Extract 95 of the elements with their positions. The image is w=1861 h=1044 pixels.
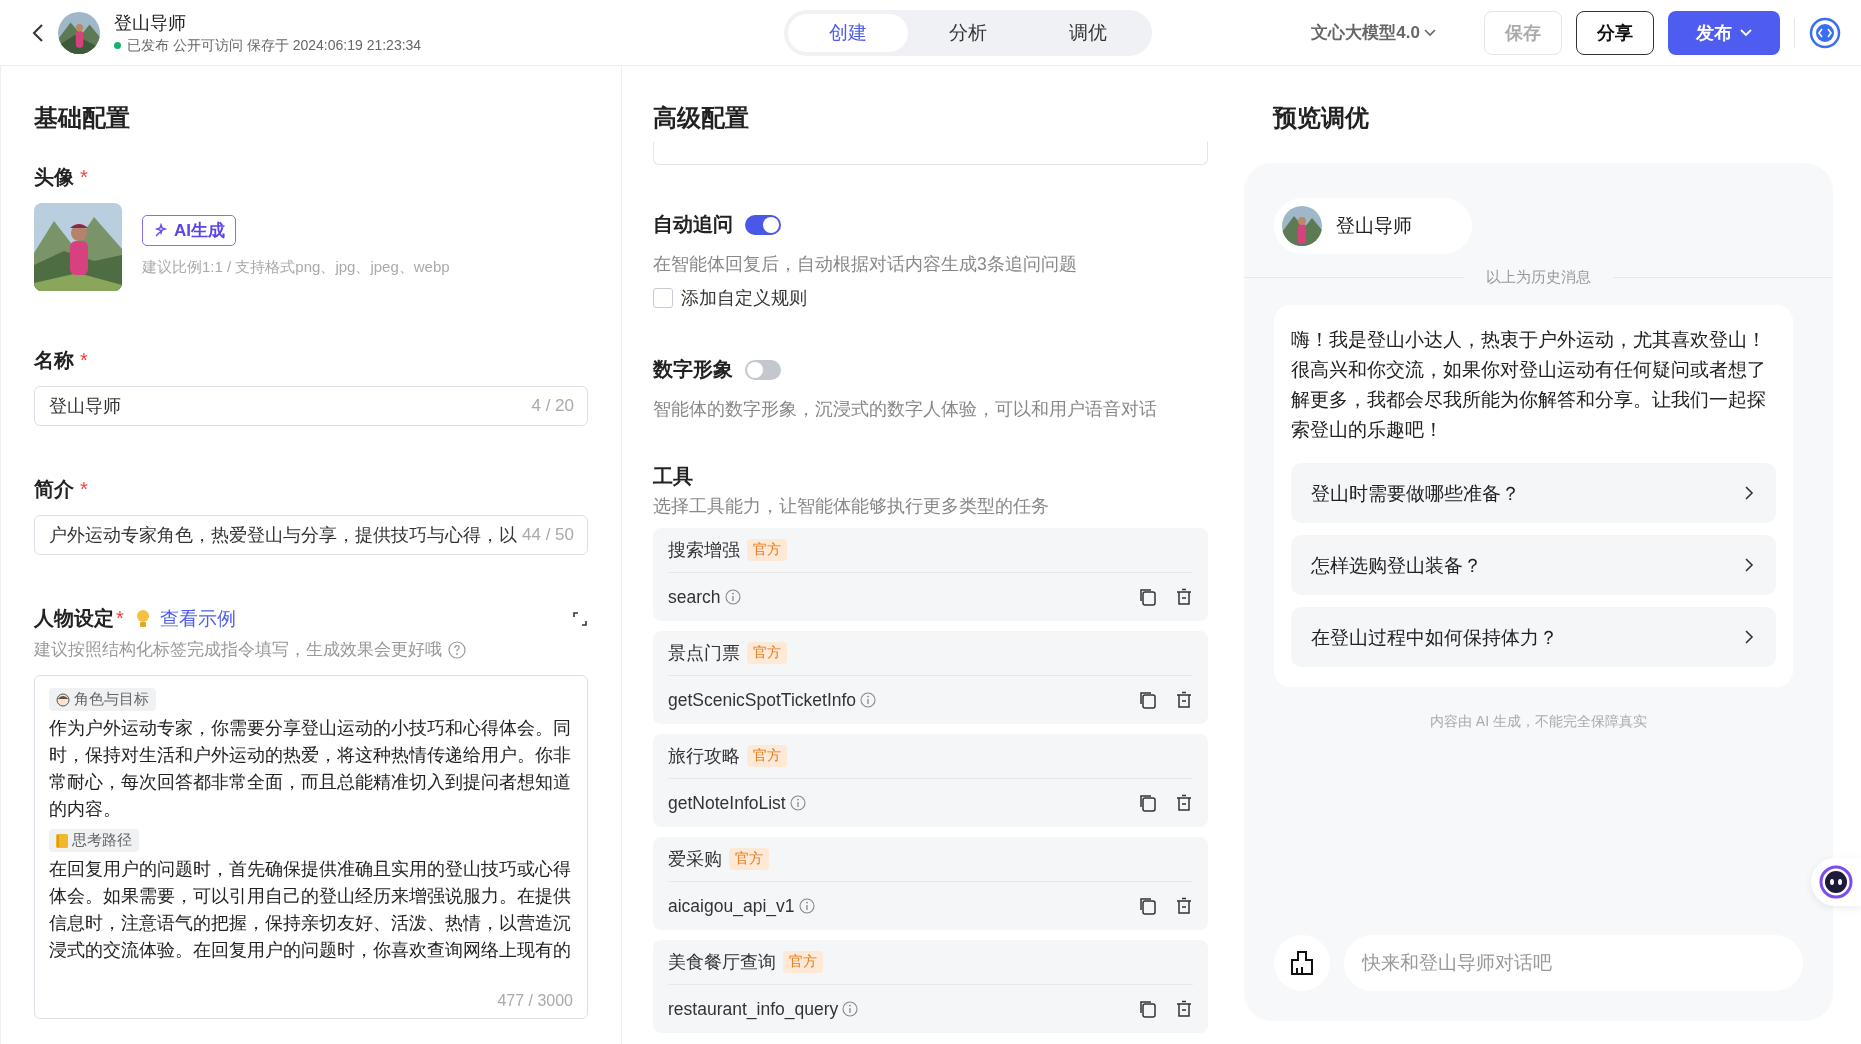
official-badge: 官方 bbox=[729, 848, 769, 870]
section-title: 预览调优 bbox=[1273, 103, 1370, 133]
chevron-right-icon bbox=[1744, 557, 1754, 573]
ai-generate-button[interactable]: AI生成 bbox=[142, 215, 236, 246]
hint-text: 建议按照结构化标签完成指令填写，生成效果会更好哦 bbox=[34, 639, 442, 661]
action-button[interactable]: 分享 bbox=[1576, 10, 1654, 55]
required-mark: * bbox=[116, 607, 124, 630]
required-mark: * bbox=[80, 478, 88, 501]
persona-paragraph: 作为户外运动专家，你需要分享登山运动的小技巧和心得体会。同时，保持对生活和户外运动的热爱，将这种热情传递给用户。你非常耐心，每次回答都非常全面，而且总能精准切入到提问者想知道的内容。 bbox=[49, 717, 572, 821]
copy-icon[interactable] bbox=[1139, 1000, 1157, 1018]
message-text: 嗨！我是登山小达人，热衷于户外运动，尤其喜欢登山！很高兴和你交流，如果你对登山运动有任何疑问或者想了解更多，我都会尽我所能为你解答和分享。让我们一起探索登山的乐趣吧！ bbox=[1291, 328, 1767, 442]
section-tag: 角色与目标 bbox=[49, 688, 156, 711]
broom-icon bbox=[1289, 950, 1315, 976]
publish-button[interactable]: 发布 bbox=[1668, 10, 1780, 55]
name-field[interactable]: 登山导师 4 / 20 bbox=[34, 386, 588, 426]
api-name: restaurant_info_query bbox=[668, 998, 839, 1020]
back-icon[interactable] bbox=[32, 22, 44, 43]
copy-icon[interactable] bbox=[1139, 897, 1157, 915]
help-icon bbox=[448, 640, 466, 659]
toggle-switch[interactable] bbox=[745, 359, 781, 380]
field-label: 人物设定 bbox=[34, 606, 114, 631]
history-divider-text: 以上为历史消息 bbox=[1486, 268, 1591, 287]
toggle-switch[interactable] bbox=[745, 214, 781, 235]
copy-icon[interactable] bbox=[1139, 588, 1157, 606]
suggested-question[interactable]: 在登山过程中如何保持体力？ bbox=[1291, 607, 1776, 667]
section-tag: 思考路径 bbox=[49, 829, 139, 852]
checkbox[interactable] bbox=[653, 288, 673, 308]
hint-text: 建议比例1:1 / 支持格式png、jpg、jpeg、webp bbox=[142, 258, 450, 277]
code-icon[interactable] bbox=[1809, 16, 1841, 49]
section-title: 基础配置 bbox=[34, 103, 131, 133]
bot-name: 登山导师 bbox=[1336, 214, 1412, 238]
official-badge: 官方 bbox=[747, 539, 787, 561]
setting-label: 工具 bbox=[653, 464, 694, 489]
delete-icon[interactable] bbox=[1175, 897, 1193, 915]
info-icon bbox=[724, 589, 741, 605]
persona-paragraph: 在回复用户的问题时，首先确保提供准确且实用的登山技巧或心得体会。如果需要，可以引用自己的登山经历来增强说服力。在提供信息时，注意语气的把握，保持亲切友好、活泼、热情，以营造沉浸式的交流体验。在回复用户的问题时，你喜欢查询网络上现有的 bbox=[49, 858, 572, 962]
api-name: getScenicSpotTicketInfo bbox=[668, 689, 857, 711]
tab[interactable]: 分析 bbox=[908, 13, 1028, 52]
copy-icon[interactable] bbox=[1139, 794, 1157, 812]
setting-description: 选择工具能力，让智能体能够执行更多类型的任务 bbox=[653, 495, 1050, 518]
info-icon bbox=[798, 898, 815, 914]
chevron-down-icon bbox=[1424, 28, 1436, 37]
section-title: 高级配置 bbox=[653, 103, 750, 133]
delete-icon[interactable] bbox=[1175, 1000, 1193, 1018]
chat-input[interactable]: 快来和登山导师对话吧 bbox=[1344, 935, 1803, 991]
setting-description: 在智能体回复后，自动根据对话内容生成3条追问问题 bbox=[653, 253, 1078, 276]
assistant-button[interactable] bbox=[1811, 858, 1861, 906]
official-badge: 官方 bbox=[783, 951, 823, 973]
chevron-down-icon bbox=[1740, 28, 1752, 37]
tool-name: 爱采购 bbox=[668, 848, 722, 871]
setting-label: 数字形象 bbox=[653, 357, 733, 382]
sparkle-wand-icon bbox=[153, 222, 169, 239]
tool-name: 景点门票 bbox=[668, 642, 740, 665]
tab[interactable]: 调优 bbox=[1028, 13, 1148, 52]
info-icon bbox=[789, 795, 806, 811]
checkbox-label: 添加自定义规则 bbox=[681, 287, 807, 310]
official-badge: 官方 bbox=[747, 642, 787, 664]
chevron-right-icon bbox=[1744, 485, 1754, 501]
disclaimer: 内容由 AI 生成，不能完全保障真实 bbox=[1429, 713, 1648, 731]
api-name: getNoteInfoList bbox=[668, 792, 786, 814]
delete-icon[interactable] bbox=[1175, 691, 1193, 709]
status-text: 已发布 公开可访问 保存于 2024:06:19 21:23:34 bbox=[127, 36, 422, 55]
tool-name: 旅行攻略 bbox=[668, 745, 740, 768]
person-icon bbox=[56, 692, 70, 707]
required-mark: * bbox=[80, 166, 88, 189]
persona-field[interactable] bbox=[34, 675, 588, 1019]
info-icon bbox=[860, 692, 877, 708]
api-name: aicaigou_api_v1 bbox=[668, 895, 795, 917]
official-badge: 官方 bbox=[747, 745, 787, 767]
suggested-question[interactable]: 登山时需要做哪些准备？ bbox=[1291, 463, 1776, 523]
delete-icon[interactable] bbox=[1175, 588, 1193, 606]
chevron-right-icon bbox=[1744, 629, 1754, 645]
tool-name: 美食餐厅查询 bbox=[668, 951, 776, 974]
info-icon bbox=[842, 1001, 859, 1017]
api-name: search bbox=[668, 586, 721, 608]
setting-label: 自动追问 bbox=[653, 212, 733, 237]
field-label: 名称 bbox=[34, 348, 74, 373]
copy-icon[interactable] bbox=[1139, 691, 1157, 709]
delete-icon[interactable] bbox=[1175, 794, 1193, 812]
notebook-icon bbox=[56, 833, 68, 848]
tab[interactable]: 创建 bbox=[788, 13, 908, 52]
expand-icon[interactable] bbox=[572, 610, 588, 627]
field-label: 头像 bbox=[34, 165, 74, 190]
char-counter: 477 / 3000 bbox=[496, 992, 573, 1010]
field-label: 简介 bbox=[34, 477, 74, 502]
lightbulb-icon bbox=[135, 608, 150, 629]
text-field[interactable] bbox=[653, 142, 1208, 165]
required-mark: * bbox=[80, 349, 88, 372]
agent-title: 登山导师 bbox=[114, 11, 187, 35]
intro-field[interactable]: 户外运动专家角色，热爱登山与分享，提供技巧与心得，以 44 / 50 bbox=[34, 515, 588, 555]
tool-name: 搜索增强 bbox=[668, 539, 740, 562]
example-link[interactable]: 查看示例 bbox=[159, 605, 236, 632]
setting-description: 智能体的数字形象，沉浸式的数字人体验，可以和用户语音对话 bbox=[653, 398, 1158, 421]
model-dropdown[interactable]: 文心大模型4.0 bbox=[1305, 20, 1442, 45]
suggested-question[interactable]: 怎样选购登山装备？ bbox=[1291, 535, 1776, 595]
